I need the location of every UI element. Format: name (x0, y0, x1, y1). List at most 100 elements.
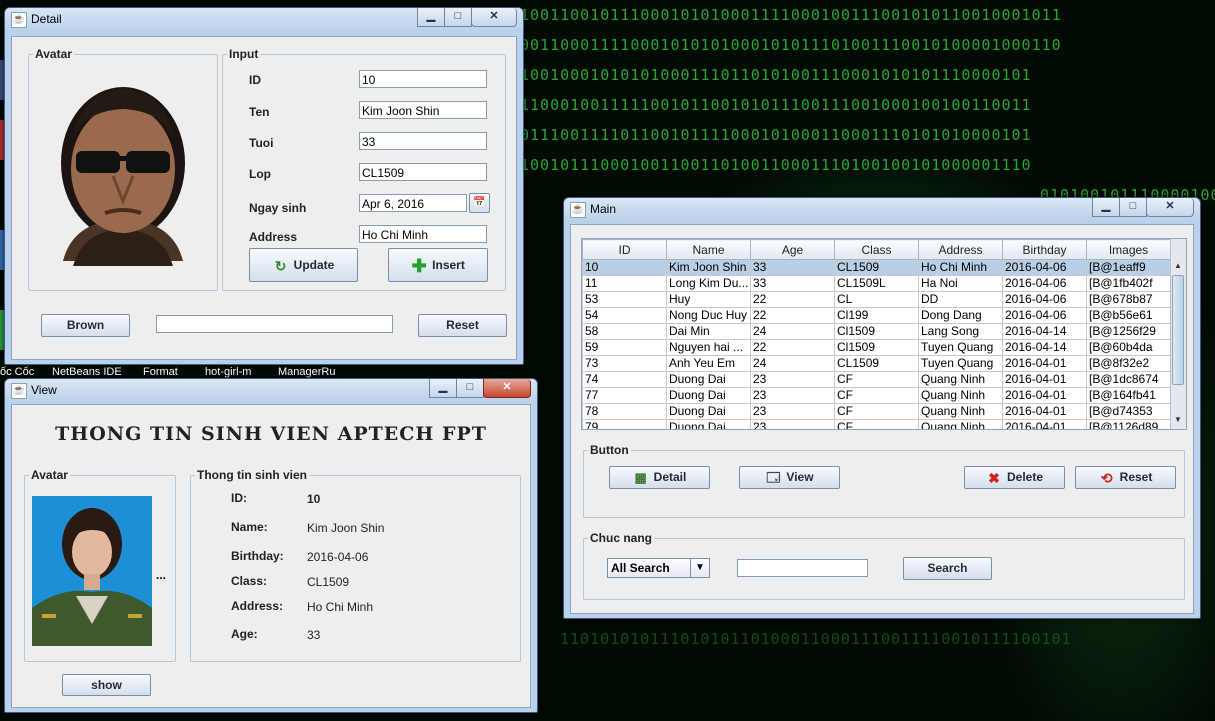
main-titlebar[interactable]: ☕ Main ▁ □ ✕ (564, 198, 1200, 220)
tuoi-field[interactable]: 33 (359, 132, 487, 150)
table-cell[interactable]: 23 (750, 403, 835, 420)
table-cell[interactable]: 23 (750, 419, 835, 429)
table-cell[interactable]: 2016-04-06 (1002, 275, 1087, 292)
table-cell[interactable]: 2016-04-06 (1002, 307, 1087, 324)
table-cell[interactable]: Dai Min (666, 323, 751, 340)
table-cell[interactable]: [B@8f32e2 (1086, 355, 1171, 372)
table-cell[interactable]: [B@678b87 (1086, 291, 1171, 308)
table-row[interactable]: 59 Nguyen hai ... 22 Cl1509 Tuyen Quang 2016-… (582, 339, 1171, 356)
table-cell[interactable]: [B@d74353 (1086, 403, 1171, 420)
table-row[interactable]: 10 Kim Joon Shin 33 CL1509 Ho Chi Minh 2016-0… (582, 259, 1171, 276)
view-button[interactable]: 🗔 View (739, 466, 840, 489)
ten-field[interactable]: Kim Joon Shin (359, 101, 487, 119)
table-cell[interactable]: CL1509 (834, 259, 919, 276)
table-cell[interactable]: 2016-04-01 (1002, 387, 1087, 404)
detail-titlebar[interactable]: ☕ Detail ▁ □ ✕ (5, 8, 523, 30)
student-table[interactable]: ID Name Age Class Address Birthday Image… (582, 239, 1171, 429)
table-cell[interactable]: Ho Chi Minh (918, 259, 1003, 276)
column-header-address[interactable]: Address (918, 239, 1003, 260)
table-row[interactable]: 54 Nong Duc Huy 22 Cl199 Dong Dang 2016-04-06… (582, 307, 1171, 324)
table-cell[interactable]: 2016-04-01 (1002, 371, 1087, 388)
table-cell[interactable]: Long Kim Du... (666, 275, 751, 292)
view-titlebar[interactable]: ☕ View ▁ □ ✕ (5, 379, 537, 401)
table-cell[interactable]: 2016-04-01 (1002, 403, 1087, 420)
table-cell[interactable]: 58 (582, 323, 667, 340)
table-row[interactable]: 11 Long Kim Du... 33 CL1509L Ha Noi 2016-04-0… (582, 275, 1171, 292)
search-input[interactable] (737, 559, 868, 577)
table-cell[interactable]: Cl199 (834, 307, 919, 324)
table-cell[interactable]: 2016-04-06 (1002, 259, 1087, 276)
more-label[interactable]: ... (156, 568, 166, 582)
table-cell[interactable]: 2016-04-01 (1002, 355, 1087, 372)
table-cell[interactable]: 23 (750, 387, 835, 404)
desktop-shortcut-label[interactable]: NetBeans IDE (52, 366, 122, 378)
table-cell[interactable]: 22 (750, 339, 835, 356)
close-button[interactable]: ✕ (483, 379, 531, 398)
table-cell[interactable]: 53 (582, 291, 667, 308)
table-cell[interactable]: Duong Dai (666, 419, 751, 429)
maximize-button[interactable]: □ (456, 379, 484, 398)
table-cell[interactable]: 10 (582, 259, 667, 276)
table-row[interactable]: 53 Huy 22 CL DD 2016-04-06 [B@678b87 (582, 291, 1171, 308)
reset-button[interactable]: Reset (418, 314, 507, 337)
column-header-birthday[interactable]: Birthday (1002, 239, 1087, 260)
minimize-button[interactable]: ▁ (429, 379, 457, 398)
path-field[interactable] (156, 315, 393, 333)
table-cell[interactable]: Quang Ninh (918, 371, 1003, 388)
table-cell[interactable]: Duong Dai (666, 387, 751, 404)
table-cell[interactable]: [B@1dc8674 (1086, 371, 1171, 388)
table-cell[interactable]: Ha Noi (918, 275, 1003, 292)
table-cell[interactable]: 59 (582, 339, 667, 356)
delete-button[interactable]: ✖ Delete (964, 466, 1065, 489)
table-cell[interactable]: CL1509 (834, 355, 919, 372)
table-cell[interactable]: DD (918, 291, 1003, 308)
search-button[interactable]: Search (903, 557, 992, 580)
table-cell[interactable]: 73 (582, 355, 667, 372)
desktop-shortcut-label[interactable]: ManagerRu (278, 366, 335, 378)
table-cell[interactable]: CL1509L (834, 275, 919, 292)
table-cell[interactable]: [B@1fb402f (1086, 275, 1171, 292)
ngay-sinh-field[interactable]: Apr 6, 2016 (359, 194, 467, 212)
table-cell[interactable]: 2016-04-14 (1002, 339, 1087, 356)
scroll-thumb[interactable] (1172, 275, 1184, 385)
table-cell[interactable]: [B@1126d89 (1086, 419, 1171, 429)
show-button[interactable]: show (62, 674, 151, 696)
lop-field[interactable]: CL1509 (359, 163, 487, 181)
table-cell[interactable]: Duong Dai (666, 371, 751, 388)
chevron-down-icon[interactable]: ▼ (690, 559, 709, 577)
table-cell[interactable]: 11 (582, 275, 667, 292)
table-cell[interactable]: Huy (666, 291, 751, 308)
table-cell[interactable]: 22 (750, 307, 835, 324)
column-header-name[interactable]: Name (666, 239, 751, 260)
scroll-up-icon[interactable]: ▲ (1171, 259, 1185, 273)
table-cell[interactable]: 79 (582, 419, 667, 429)
desktop-shortcut-label[interactable]: Format (143, 366, 178, 378)
main-reset-button[interactable]: ⟲ Reset (1075, 466, 1176, 489)
table-cell[interactable]: 33 (750, 259, 835, 276)
table-cell[interactable]: Nong Duc Huy (666, 307, 751, 324)
column-header-class[interactable]: Class (834, 239, 919, 260)
table-cell[interactable]: CL (834, 291, 919, 308)
maximize-button[interactable]: □ (444, 8, 472, 27)
table-cell[interactable]: [B@1256f29 (1086, 323, 1171, 340)
minimize-button[interactable]: ▁ (417, 8, 445, 27)
maximize-button[interactable]: □ (1119, 198, 1147, 217)
table-cell[interactable]: Cl1509 (834, 339, 919, 356)
desktop-shortcut-label[interactable]: ốc Cốc (0, 366, 34, 378)
table-row[interactable]: 58 Dai Min 24 Cl1509 Lang Song 2016-04-14 [B@1… (582, 323, 1171, 340)
address-field[interactable]: Ho Chi Minh (359, 225, 487, 243)
table-row[interactable]: 73 Anh Yeu Em 24 CL1509 Tuyen Quang 2016-04-0… (582, 355, 1171, 372)
detail-button[interactable]: ▦ Detail (609, 466, 710, 489)
table-cell[interactable]: Quang Ninh (918, 419, 1003, 429)
table-cell[interactable]: Dong Dang (918, 307, 1003, 324)
table-cell[interactable]: [B@1eaff9 (1086, 259, 1171, 276)
table-cell[interactable]: 24 (750, 355, 835, 372)
table-cell[interactable]: CF (834, 387, 919, 404)
table-cell[interactable]: [B@164fb41 (1086, 387, 1171, 404)
minimize-button[interactable]: ▁ (1092, 198, 1120, 217)
brown-button[interactable]: Brown (41, 314, 130, 337)
table-cell[interactable]: Kim Joon Shin (666, 259, 751, 276)
search-mode-select[interactable]: All Search ▼ (607, 558, 710, 578)
table-cell[interactable]: 23 (750, 371, 835, 388)
table-cell[interactable]: Quang Ninh (918, 387, 1003, 404)
